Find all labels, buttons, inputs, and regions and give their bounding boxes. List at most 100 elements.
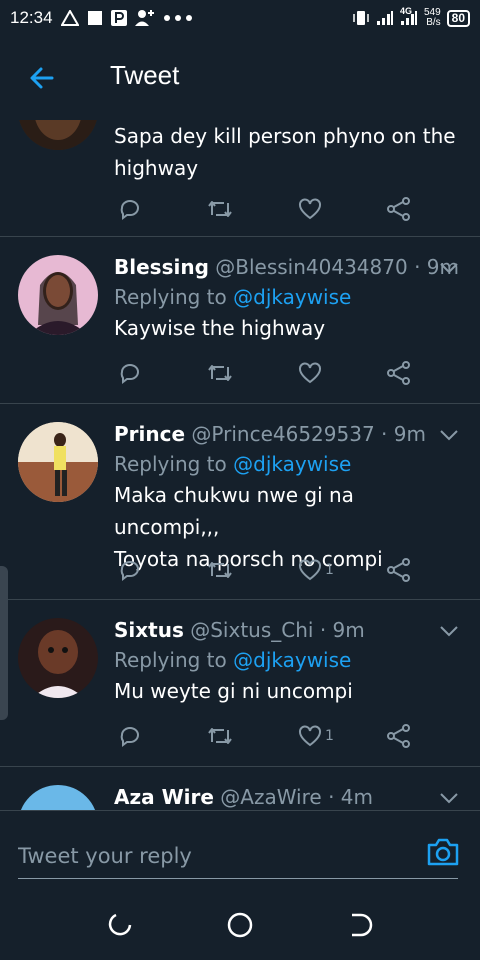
tweet-meta: Aza Wire @AzaWire · 4m bbox=[114, 782, 464, 810]
reply-icon[interactable] bbox=[118, 721, 142, 751]
tweet-actions: 1 bbox=[114, 555, 414, 585]
share-icon[interactable] bbox=[386, 555, 412, 585]
add-person-icon bbox=[134, 9, 155, 27]
avatar[interactable] bbox=[18, 120, 98, 150]
tweet-body: Aza Wire @AzaWire · 4m bbox=[114, 782, 464, 810]
reply-icon[interactable] bbox=[118, 358, 142, 388]
parking-icon bbox=[110, 10, 127, 26]
mention-link[interactable]: @djkaywise bbox=[233, 452, 351, 476]
like-icon[interactable] bbox=[298, 194, 322, 224]
share-icon[interactable] bbox=[386, 358, 412, 388]
user-handle[interactable]: @Blessin40434870 bbox=[215, 255, 407, 279]
tweet-text: Sapa dey kill person phyno on the highwa… bbox=[114, 120, 464, 184]
system-nav-bar bbox=[0, 890, 480, 960]
speed-unit: B/s bbox=[426, 17, 441, 28]
replying-prefix: Replying to bbox=[114, 648, 227, 672]
like-icon[interactable] bbox=[298, 358, 322, 388]
network-type: 4G bbox=[399, 6, 412, 16]
back-nav-icon[interactable] bbox=[347, 912, 373, 938]
tweet-body: Sapa dey kill person phyno on the highwa… bbox=[114, 120, 464, 184]
tweet-text: Mu weyte gi ni uncompi bbox=[114, 675, 464, 707]
replying-prefix: Replying to bbox=[114, 285, 227, 309]
vibrate-icon bbox=[352, 10, 370, 26]
chevron-down-icon[interactable] bbox=[438, 424, 460, 446]
reply-input[interactable] bbox=[18, 833, 458, 879]
avatar[interactable] bbox=[18, 255, 98, 335]
like-icon[interactable] bbox=[298, 724, 322, 748]
tweet-body: Prince @Prince46529537 · 9m Replying to … bbox=[114, 419, 464, 575]
tweet-body: Sixtus @Sixtus_Chi · 9m Replying to @djk… bbox=[114, 615, 464, 707]
reply-bar bbox=[0, 810, 480, 890]
tweet-actions: 1 bbox=[114, 721, 414, 751]
like-count: 1 bbox=[325, 562, 334, 578]
mention-link[interactable]: @djkaywise bbox=[233, 285, 351, 309]
retweet-icon[interactable] bbox=[206, 358, 234, 388]
replying-to: Replying to @djkaywise bbox=[114, 645, 464, 675]
like-count: 1 bbox=[325, 728, 334, 744]
tweet-item[interactable]: Blessing @Blessin40434870 · 9m Replying … bbox=[0, 237, 480, 404]
edge-panel-handle[interactable] bbox=[0, 566, 8, 720]
chevron-down-icon[interactable] bbox=[438, 620, 460, 642]
reply-icon[interactable] bbox=[118, 555, 142, 585]
tweet-time: · 4m bbox=[328, 785, 373, 809]
retweet-icon[interactable] bbox=[206, 194, 234, 224]
avatar[interactable] bbox=[18, 618, 98, 698]
chevron-down-icon[interactable] bbox=[438, 257, 460, 279]
user-handle[interactable]: @AzaWire bbox=[220, 785, 321, 809]
page-title: Tweet bbox=[110, 60, 180, 90]
camera-icon[interactable] bbox=[426, 835, 460, 869]
tweet-actions bbox=[114, 358, 414, 388]
signal-icon bbox=[376, 10, 394, 26]
share-icon[interactable] bbox=[386, 721, 412, 751]
tweet-meta: Sixtus @Sixtus_Chi · 9m bbox=[114, 615, 464, 645]
tweet-feed[interactable]: Sapa dey kill person phyno on the highwa… bbox=[0, 120, 480, 810]
tweet-meta: Blessing @Blessin40434870 · 9m bbox=[114, 252, 464, 282]
reply-icon[interactable] bbox=[118, 194, 142, 224]
display-name[interactable]: Sixtus bbox=[114, 618, 184, 642]
mention-link[interactable]: @djkaywise bbox=[233, 648, 351, 672]
replying-prefix: Replying to bbox=[114, 452, 227, 476]
retweet-icon[interactable] bbox=[206, 555, 234, 585]
more-dots-icon bbox=[163, 14, 193, 22]
square-icon bbox=[87, 10, 103, 26]
tweet-meta: Prince @Prince46529537 · 9m bbox=[114, 419, 464, 449]
tweet-text-line: Mu weyte gi ni uncompi bbox=[114, 679, 353, 703]
top-header: Tweet bbox=[0, 36, 480, 120]
like-icon[interactable] bbox=[298, 558, 322, 582]
home-icon[interactable] bbox=[227, 912, 253, 938]
battery-indicator: 80 bbox=[446, 9, 470, 27]
replying-to: Replying to @djkaywise bbox=[114, 449, 464, 479]
tweet-actions bbox=[114, 194, 414, 224]
tweet-text-line: Sapa dey kill person phyno on the bbox=[114, 124, 456, 148]
signal-4g-icon: 4G bbox=[400, 6, 418, 26]
tweet-body: Blessing @Blessin40434870 · 9m Replying … bbox=[114, 252, 464, 344]
tweet-item[interactable]: Sapa dey kill person phyno on the highwa… bbox=[0, 120, 480, 237]
replying-to: Replying to @djkaywise bbox=[114, 282, 464, 312]
display-name[interactable]: Prince bbox=[114, 422, 185, 446]
triangle-icon bbox=[60, 10, 79, 26]
arrow-left-icon[interactable] bbox=[28, 64, 56, 92]
display-name[interactable]: Aza Wire bbox=[114, 785, 214, 809]
tweet-text: Kaywise the highway bbox=[114, 312, 464, 344]
retweet-icon[interactable] bbox=[206, 721, 234, 751]
tweet-time: · 9m bbox=[319, 618, 365, 642]
status-bar: 12:34 4G 549 B/s 80 bbox=[0, 0, 480, 36]
tweet-text-line: highway bbox=[114, 156, 199, 180]
tweet-item[interactable]: Sixtus @Sixtus_Chi · 9m Replying to @djk… bbox=[0, 600, 480, 767]
recents-icon[interactable] bbox=[107, 912, 133, 938]
tweet-text-line: Kaywise the highway bbox=[114, 316, 326, 340]
avatar[interactable] bbox=[18, 422, 98, 502]
share-icon[interactable] bbox=[386, 194, 412, 224]
tweet-item[interactable]: Aza Wire @AzaWire · 4m bbox=[0, 767, 480, 810]
tweet-time: · 9m bbox=[381, 422, 426, 446]
tweet-item[interactable]: Prince @Prince46529537 · 9m Replying to … bbox=[0, 404, 480, 600]
display-name[interactable]: Blessing bbox=[114, 255, 209, 279]
net-speed: 549 B/s bbox=[424, 8, 441, 28]
user-handle[interactable]: @Prince46529537 bbox=[191, 422, 374, 446]
chevron-down-icon[interactable] bbox=[438, 787, 460, 809]
user-handle[interactable]: @Sixtus_Chi bbox=[190, 618, 313, 642]
avatar[interactable] bbox=[18, 785, 98, 810]
like-button[interactable]: 1 bbox=[298, 721, 334, 751]
tweet-text-line: Maka chukwu nwe gi na uncompi,,, bbox=[114, 483, 354, 539]
like-button[interactable]: 1 bbox=[298, 555, 334, 585]
